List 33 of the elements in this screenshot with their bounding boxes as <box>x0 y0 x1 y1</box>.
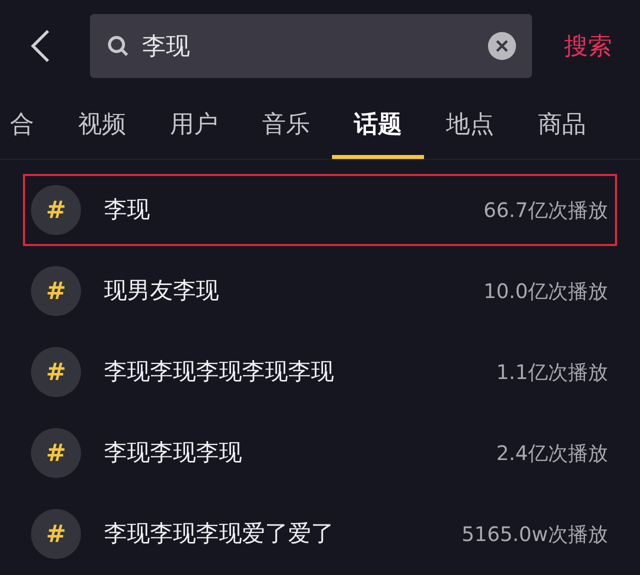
tab[interactable]: 音乐 <box>240 93 332 159</box>
topic-row[interactable]: # 现男友李现 10.0亿次播放 <box>23 255 617 327</box>
hashtag-icon: # <box>31 347 81 397</box>
tab[interactable]: 话题 <box>332 93 424 159</box>
search-field[interactable]: 李现 <box>90 14 532 78</box>
topic-row[interactable]: # 李现李现李现爱了爱了 5165.0w次播放 <box>23 498 617 570</box>
topic-title: 李现 <box>104 196 150 225</box>
topic-title: 李现李现李现 <box>104 438 242 468</box>
search-icon <box>106 34 130 58</box>
play-count: 66.7亿次播放 <box>483 197 608 224</box>
tab[interactable]: 用户 <box>148 93 240 159</box>
tab[interactable]: 商品 <box>516 93 608 159</box>
hashtag-icon: # <box>31 428 81 478</box>
hashtag-icon: # <box>31 266 81 316</box>
topic-title: 李现李现李现李现李现 <box>104 358 334 387</box>
back-icon[interactable] <box>28 28 52 64</box>
play-count: 5165.0w次播放 <box>462 521 608 548</box>
play-count: 1.1亿次播放 <box>496 359 608 386</box>
tab[interactable]: 视频 <box>56 93 148 159</box>
search-button[interactable]: 搜索 <box>564 28 612 64</box>
play-count: 10.0亿次播放 <box>483 278 608 305</box>
topic-title: 李现李现李现爱了爱了 <box>104 520 334 549</box>
clear-icon[interactable] <box>488 32 516 60</box>
play-count: 2.4亿次播放 <box>496 440 608 467</box>
topic-row[interactable]: # 李现李现李现李现李现 1.1亿次播放 <box>23 336 617 408</box>
hashtag-icon: # <box>31 509 81 559</box>
topic-row[interactable]: # 李现 66.7亿次播放 <box>23 174 617 246</box>
tab[interactable]: 合 <box>0 93 56 159</box>
hashtag-icon: # <box>31 185 81 235</box>
topic-row[interactable]: # 李现李现李现 2.4亿次播放 <box>23 417 617 489</box>
search-text: 李现 <box>142 31 191 62</box>
topic-title: 现男友李现 <box>104 276 219 306</box>
tab[interactable]: 地点 <box>424 93 516 159</box>
